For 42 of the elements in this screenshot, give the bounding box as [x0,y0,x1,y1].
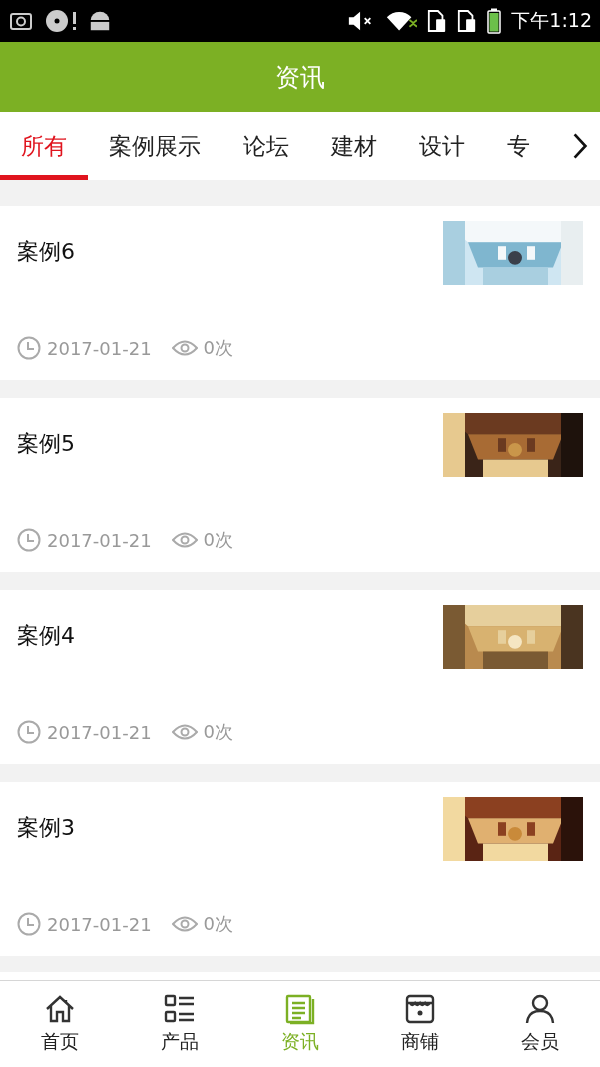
nav-item[interactable]: 会员 [480,981,600,1067]
category-tab[interactable]: 设计 [398,112,486,180]
article-card[interactable]: 案例6 2017-01-21 0次 [0,206,600,380]
battery-icon [487,8,502,34]
view-count: 0次 [203,720,234,744]
article-title: 案例4 [17,622,76,650]
article-title: 案例6 [17,238,76,266]
category-tab[interactable]: 专 [486,112,551,180]
article-card[interactable]: 案例4 2017-01-21 0次 [0,590,600,764]
disc-icon [44,8,78,34]
article-title: 案例3 [17,814,76,842]
view-count: 0次 [203,912,234,936]
page-title: 资讯 [275,61,325,94]
category-tab[interactable]: 案例展示 [88,112,222,180]
article-date: 2017-01-21 [47,721,152,743]
category-tab[interactable]: 论坛 [222,112,310,180]
nav-item[interactable]: 商铺 [360,981,480,1067]
sim-icon [427,8,448,34]
clock-icon [17,528,41,552]
sim-icon [457,8,478,34]
list-icon [164,993,196,1025]
category-tab[interactable]: 建材 [310,112,398,180]
article-date: 2017-01-21 [47,913,152,935]
view-count: 0次 [203,336,234,360]
chevron-right-icon [571,131,589,161]
article-title: 案例5 [17,430,76,458]
clock-icon [17,336,41,360]
article-card[interactable]: 案例5 2017-01-21 0次 [0,398,600,572]
news-icon [284,993,316,1025]
article-card[interactable]: 案例3 2017-01-21 0次 [0,782,600,956]
nav-item[interactable]: 首页 [0,981,120,1067]
shop-icon [404,993,436,1025]
article-date: 2017-01-21 [47,529,152,551]
nav-item[interactable]: 产品 [120,981,240,1067]
article-date: 2017-01-21 [47,337,152,359]
clock-icon [17,912,41,936]
category-tab[interactable]: 所有 [0,112,88,180]
status-time: 下午1:12 [511,8,592,33]
home-icon [44,993,76,1025]
view-count: 0次 [203,528,234,552]
person-icon [524,993,556,1025]
clock-icon [17,720,41,744]
